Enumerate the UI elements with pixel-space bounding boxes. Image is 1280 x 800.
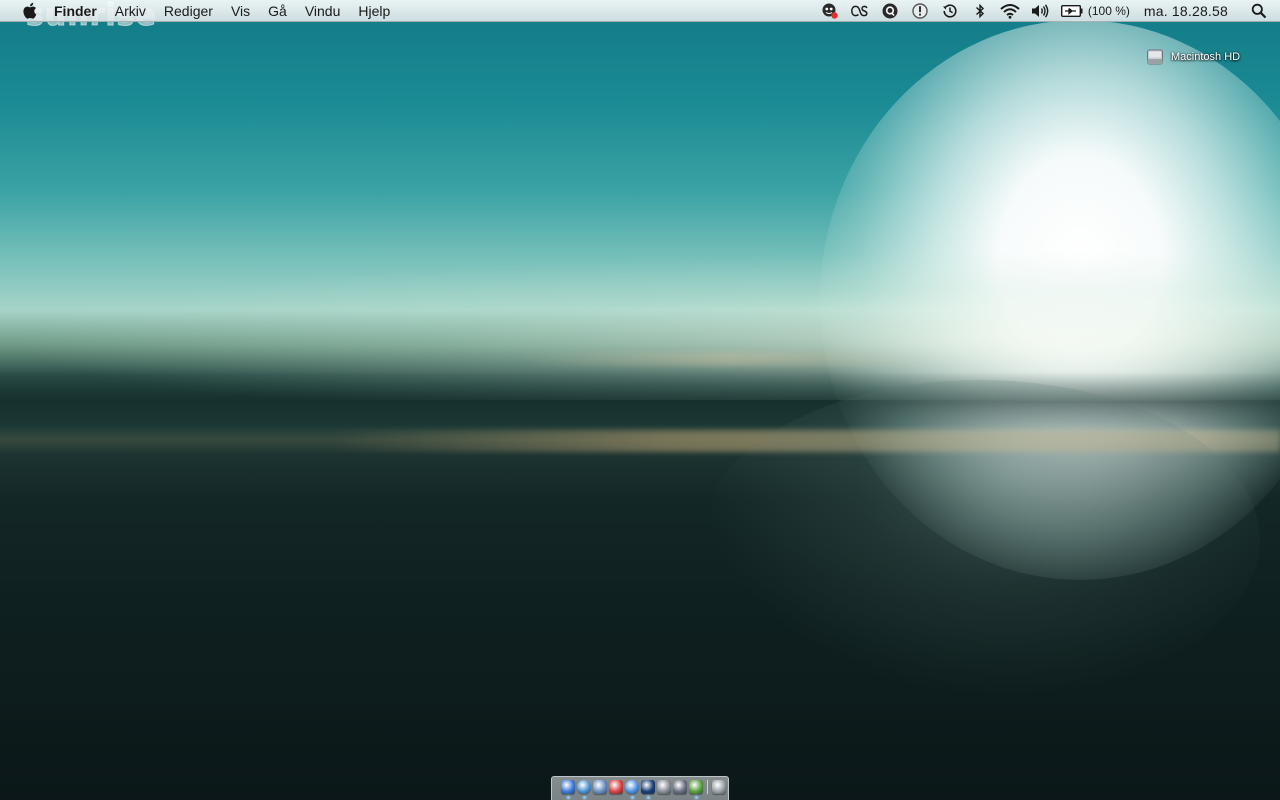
dock-item-system-preferences-icon[interactable] [657, 780, 671, 794]
desktop-icon-label: Macintosh HD [1171, 51, 1241, 63]
menu-app-finder[interactable]: Finder [54, 0, 106, 22]
chat-status-icon[interactable] [819, 0, 841, 22]
quicksilver-icon[interactable] [879, 0, 901, 22]
dock-running-indicator [583, 796, 586, 799]
dock-running-indicator [647, 796, 650, 799]
lastfm-icon[interactable] [849, 0, 871, 22]
wallpaper-warm-streak-upper [520, 352, 940, 366]
menu-hjelp[interactable]: Hjelp [349, 0, 399, 22]
dock-items [561, 779, 731, 799]
dock-item-photoshop-icon[interactable] [641, 780, 655, 799]
hard-drive-icon [1147, 49, 1163, 65]
menu-bar-left: Finder Arkiv Rediger Vis Gå Vindu Hjelp [0, 0, 399, 22]
bluetooth-icon[interactable] [969, 0, 991, 22]
battery-icon [1060, 5, 1083, 17]
menu-bar-extras: (100 %) ma. 18.28.58 [815, 0, 1280, 22]
menu-vis[interactable]: Vis [222, 0, 259, 22]
menu-bar: Finder Arkiv Rediger Vis Gå Vindu Hjelp [0, 0, 1280, 22]
wifi-icon[interactable] [999, 0, 1021, 22]
dock-running-indicator [567, 796, 570, 799]
menu-clock[interactable]: ma. 18.28.58 [1144, 3, 1228, 19]
dock-separator [707, 780, 708, 794]
menu-ga[interactable]: Gå [259, 0, 296, 22]
dock-running-indicator [695, 796, 698, 799]
desktop-wallpaper: sunrise [0, 0, 1280, 800]
spotlight-search-icon[interactable] [1248, 0, 1270, 22]
dock-item-ical-icon[interactable] [609, 780, 623, 794]
time-machine-icon[interactable] [939, 0, 961, 22]
dock-item-adium-icon[interactable] [689, 780, 703, 799]
battery-status[interactable]: (100 %) [1060, 4, 1130, 18]
desktop-icon-macintosh-hd[interactable]: Macintosh HD [1146, 48, 1240, 66]
dock-item-mail-icon[interactable] [593, 780, 607, 794]
wallpaper-lower-glow [700, 380, 1260, 700]
menu-vindu[interactable]: Vindu [296, 0, 350, 22]
dock-item-itunes-icon[interactable] [625, 780, 639, 799]
alert-icon[interactable] [909, 0, 931, 22]
menu-rediger[interactable]: Rediger [155, 0, 222, 22]
dock-item-safari-icon[interactable] [577, 780, 591, 799]
dock-running-indicator [631, 796, 634, 799]
dock-item-finder-icon[interactable] [561, 780, 575, 799]
volume-icon[interactable] [1029, 0, 1051, 22]
apple-icon[interactable] [19, 2, 39, 20]
menu-arkiv[interactable]: Arkiv [106, 0, 155, 22]
dock-item-trash-icon[interactable] [712, 780, 726, 794]
battery-percent: (100 %) [1087, 4, 1130, 18]
dock-item-script-editor-icon[interactable] [673, 780, 687, 794]
dock [551, 776, 729, 800]
